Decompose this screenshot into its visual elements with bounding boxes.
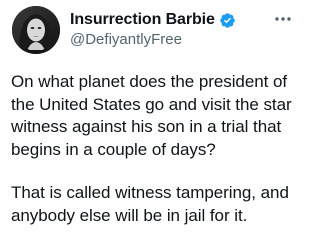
author-name-row: Insurrection Barbie bbox=[70, 9, 236, 31]
avatar[interactable] bbox=[12, 6, 60, 54]
more-options-icon[interactable] bbox=[272, 8, 294, 30]
tweet-paragraph: On what planet does the president of the… bbox=[11, 72, 292, 159]
tweet-text: On what planet does the president of the… bbox=[11, 71, 297, 248]
author-display-name[interactable]: Insurrection Barbie bbox=[70, 11, 215, 29]
verified-badge-icon bbox=[219, 12, 236, 29]
tweet: Insurrection Barbie @DefiyantlyFree On w… bbox=[0, 0, 300, 245]
avatar-image bbox=[12, 6, 60, 54]
author-handle[interactable]: @DefiyantlyFree bbox=[70, 31, 182, 48]
tweet-paragraph: That is called witness tampering, and an… bbox=[11, 183, 289, 225]
